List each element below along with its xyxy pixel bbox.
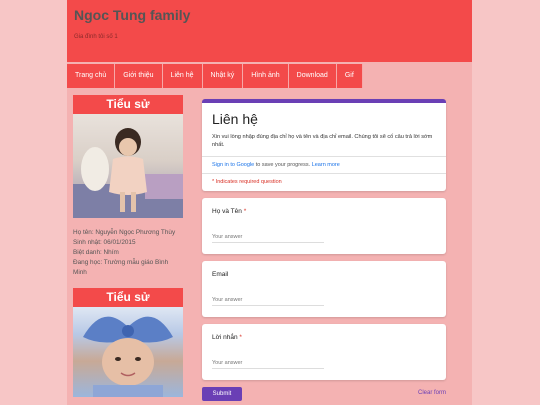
form-actions: Submit Clear form bbox=[202, 387, 446, 403]
question-label: Lời nhắn * bbox=[212, 334, 242, 341]
bio-widget: Tiểu sử Họ tên: Nguyễn Ngọc Phương Thùy … bbox=[73, 95, 183, 278]
question-card-name: Họ và Tên * bbox=[202, 198, 446, 254]
nav-item-diary[interactable]: Nhật ký bbox=[202, 64, 244, 88]
form-title: Liên hệ bbox=[212, 111, 258, 127]
signin-note: Sign in to Google to save your progress.… bbox=[202, 157, 446, 173]
site-title[interactable]: Ngoc Tung family bbox=[74, 7, 190, 23]
question-label-text: Email bbox=[212, 271, 229, 278]
nav-bar: Trang chủ Giới thiệu Liên hệ Nhật ký Hìn… bbox=[67, 64, 363, 88]
question-card-email: Email bbox=[202, 261, 446, 317]
profile-school: Đang học: Trường mẫu giáo Bình Minh bbox=[73, 259, 169, 276]
clear-form-button[interactable]: Clear form bbox=[418, 390, 446, 396]
form-description: Xin vui lòng nhập đúng địa chỉ họ và tên… bbox=[212, 134, 433, 148]
nav-item-gif[interactable]: Gif bbox=[336, 64, 363, 88]
submit-button[interactable]: Submit bbox=[202, 387, 242, 401]
question-label: Họ và Tên * bbox=[212, 208, 246, 215]
nav-item-download[interactable]: Download bbox=[288, 64, 337, 88]
learn-more-link[interactable]: Learn more bbox=[312, 162, 340, 168]
question-label-text: Họ và Tên bbox=[212, 208, 242, 215]
required-note: * Indicates required question bbox=[212, 179, 282, 185]
nav-item-contact[interactable]: Liên hệ bbox=[162, 64, 203, 88]
page-container: Ngoc Tung family Gia đình tôi số 1 Trang… bbox=[67, 0, 472, 405]
profile-name: Họ tên: Nguyễn Ngọc Phương Thùy bbox=[73, 229, 176, 236]
widget-title-2: Tiểu sử bbox=[73, 288, 183, 307]
profile-nickname: Biệt danh: Nhím bbox=[73, 249, 119, 256]
bio-widget-2: Tiểu sử bbox=[73, 288, 183, 397]
signin-text: to save your progress. bbox=[254, 162, 311, 168]
profile-birthday: Sinh nhật: 06/01/2015 bbox=[73, 239, 136, 246]
question-label-text: Lời nhắn bbox=[212, 334, 238, 341]
required-star: * bbox=[243, 208, 247, 215]
signin-link[interactable]: Sign in to Google bbox=[212, 162, 254, 168]
sidebar: Tiểu sử Họ tên: Nguyễn Ngọc Phương Thùy … bbox=[73, 95, 183, 397]
question-label: Email bbox=[212, 271, 228, 278]
child-photo bbox=[73, 114, 183, 218]
required-star: * bbox=[239, 334, 242, 341]
form-container: Liên hệ Xin vui lòng nhập đúng địa chỉ h… bbox=[202, 99, 446, 403]
baby-photo bbox=[73, 307, 183, 397]
site-description: Gia đình tôi số 1 bbox=[74, 34, 118, 40]
widget-title: Tiểu sử bbox=[73, 95, 183, 114]
name-input[interactable] bbox=[212, 231, 324, 243]
nav-item-about[interactable]: Giới thiệu bbox=[115, 64, 163, 88]
message-input[interactable] bbox=[212, 357, 324, 369]
profile-info: Họ tên: Nguyễn Ngọc Phương Thùy Sinh nhậ… bbox=[73, 228, 183, 278]
site-header: Ngoc Tung family Gia đình tôi số 1 bbox=[67, 0, 472, 62]
nav-item-photos[interactable]: Hình ảnh bbox=[243, 64, 289, 88]
question-card-message: Lời nhắn * bbox=[202, 324, 446, 380]
nav-item-home[interactable]: Trang chủ bbox=[67, 64, 116, 88]
email-input[interactable] bbox=[212, 294, 324, 306]
form-header-card: Liên hệ Xin vui lòng nhập đúng địa chỉ h… bbox=[202, 99, 446, 191]
